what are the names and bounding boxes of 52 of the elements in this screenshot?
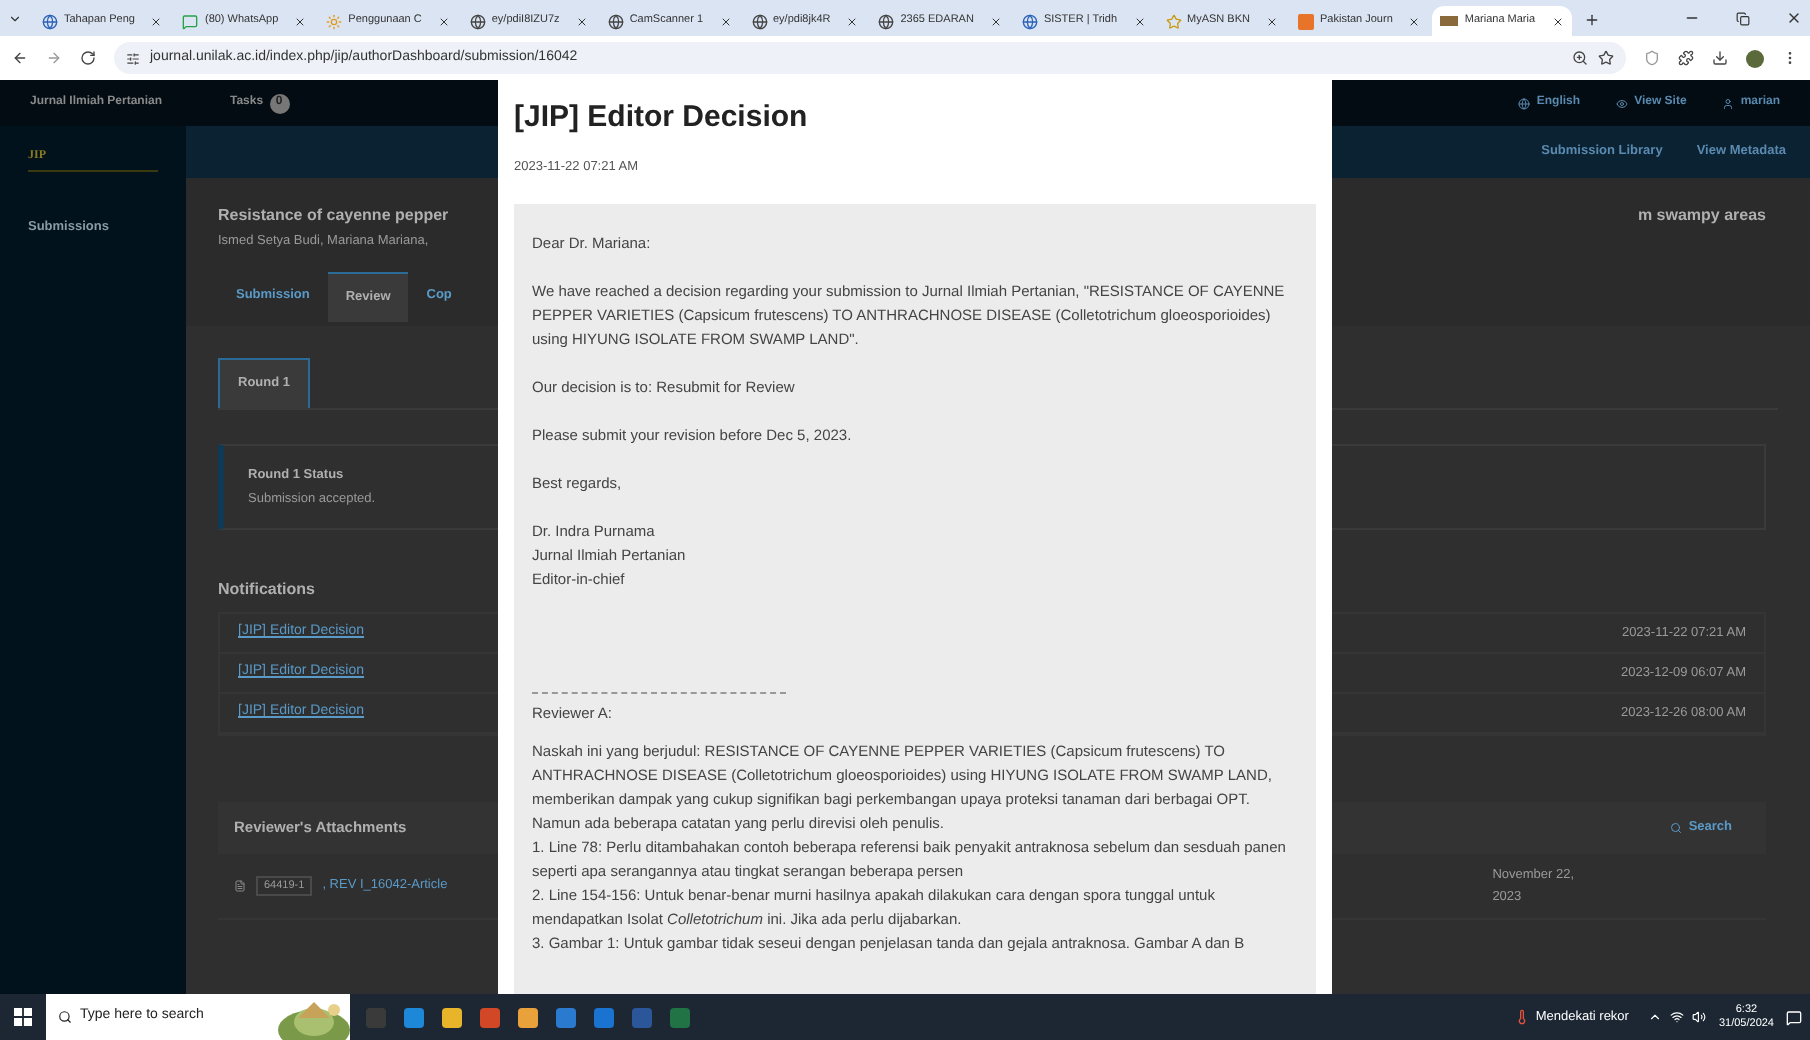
globe-icon xyxy=(1021,13,1038,29)
globe-icon xyxy=(751,13,767,29)
file-icon xyxy=(234,880,246,892)
site-settings-icon[interactable] xyxy=(126,51,140,65)
zoom-icon[interactable] xyxy=(1572,50,1588,66)
globe-icon xyxy=(469,13,486,29)
network-icon[interactable] xyxy=(1670,1010,1685,1024)
volume-icon[interactable] xyxy=(1692,1010,1707,1024)
windows-logo-icon[interactable] xyxy=(14,1008,32,1026)
back-icon[interactable] xyxy=(12,50,28,66)
close-icon[interactable] xyxy=(437,15,450,27)
thermometer-icon xyxy=(1513,1008,1530,1026)
close-icon[interactable] xyxy=(1266,15,1278,27)
globe-icon xyxy=(878,13,895,29)
submission-title: m swampy areas xyxy=(1637,204,1766,228)
download-icon[interactable] xyxy=(1712,50,1728,66)
globe-icon xyxy=(42,13,58,29)
forward-icon[interactable] xyxy=(46,50,62,66)
reload-icon[interactable] xyxy=(80,50,96,66)
close-icon[interactable] xyxy=(1408,15,1421,27)
chat-icon xyxy=(182,13,199,29)
notifications-icon[interactable] xyxy=(1786,1009,1802,1025)
search-icon xyxy=(1670,822,1683,834)
journal-logo-icon xyxy=(1440,16,1459,26)
tile-icon xyxy=(1298,13,1314,29)
close-icon[interactable] xyxy=(150,15,163,27)
sun-icon xyxy=(326,13,343,29)
eye-icon xyxy=(1616,97,1629,109)
new-tab-icon[interactable] xyxy=(1583,12,1600,28)
close-icon[interactable] xyxy=(1786,10,1802,26)
close-icon[interactable] xyxy=(846,15,859,27)
section-title: Notifications xyxy=(218,578,315,602)
tab-list-icon[interactable] xyxy=(8,12,22,26)
submission-title: Resistance of cayenne pepper xyxy=(218,204,449,228)
restore-icon[interactable] xyxy=(1736,12,1750,26)
star-icon xyxy=(1165,13,1182,29)
close-icon[interactable] xyxy=(719,15,731,27)
extensions-icon[interactable] xyxy=(1678,50,1694,66)
tray-expand-icon[interactable] xyxy=(1648,1010,1663,1024)
globe-icon xyxy=(607,13,624,29)
bookmark-icon[interactable] xyxy=(1598,50,1614,66)
shield-icon[interactable] xyxy=(1644,50,1660,66)
search-icon xyxy=(58,1010,72,1024)
close-icon[interactable] xyxy=(575,15,588,27)
close-icon[interactable] xyxy=(294,15,307,27)
user-icon xyxy=(1722,97,1735,109)
close-icon[interactable] xyxy=(989,15,1002,27)
profile-avatar[interactable] xyxy=(1746,49,1764,67)
globe-icon xyxy=(1518,97,1531,109)
dialog-title: [JIP] Editor Decision xyxy=(514,98,810,138)
close-icon[interactable] xyxy=(1133,15,1146,27)
close-icon[interactable] xyxy=(1551,15,1564,27)
